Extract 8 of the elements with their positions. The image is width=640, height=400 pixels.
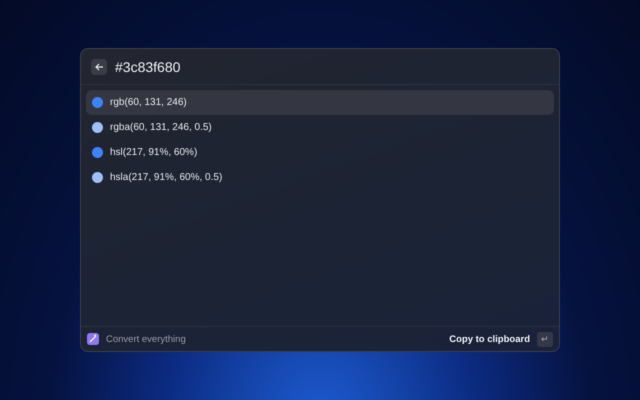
command-name: Convert everything (106, 334, 186, 344)
result-item[interactable]: hsla(217, 91%, 60%, 0.5) (86, 165, 554, 190)
copy-button[interactable]: Copy to clipboard (449, 334, 530, 344)
result-item[interactable]: rgb(60, 131, 246) (86, 90, 554, 115)
result-item[interactable]: rgba(60, 131, 246, 0.5) (86, 115, 554, 140)
search-field[interactable]: #3c83f680 (115, 58, 415, 74)
result-item[interactable]: hsl(217, 91%, 60%) (86, 140, 554, 165)
enter-key: ↵ (537, 332, 553, 346)
